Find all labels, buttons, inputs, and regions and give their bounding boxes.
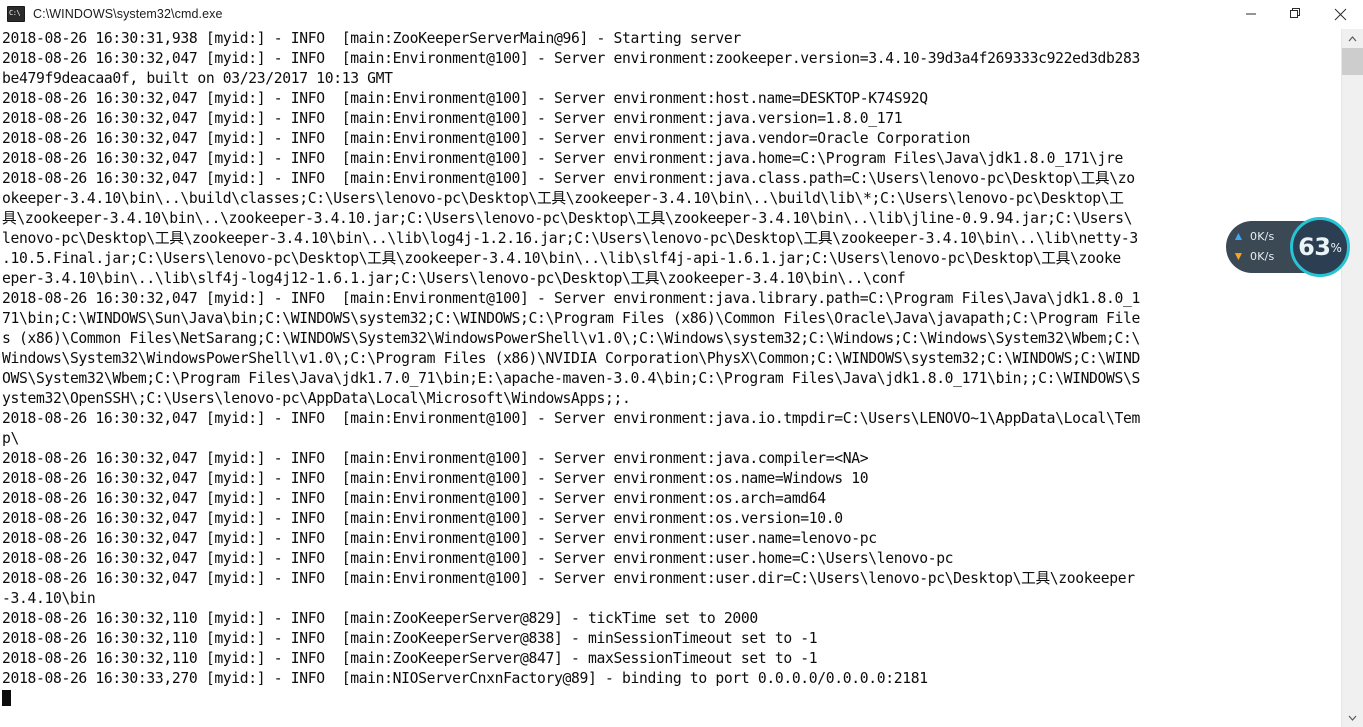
maximize-button[interactable] <box>1273 0 1318 28</box>
console-line: lenovo-pc\Desktop\工具\zookeeper-3.4.10\bi… <box>2 230 1138 247</box>
console-line: be479f9deacaa0f, built on 03/23/2017 10:… <box>2 70 393 87</box>
console-line: .10.5.Final.jar;C:\Users\lenovo-pc\Deskt… <box>2 250 1121 267</box>
title-bar-left: C:\WINDOWS\system32\cmd.exe <box>0 6 1228 22</box>
console-line: 2018-08-26 16:30:32,047 [myid:] - INFO [… <box>2 490 826 507</box>
scrollbar-thumb[interactable] <box>1342 48 1363 75</box>
console-line: Windows\System32\WindowsPowerShell\v1.0\… <box>2 350 1141 367</box>
console-line: 具\zookeeper-3.4.10\bin\..\zookeeper-3.4.… <box>2 210 1133 227</box>
console-line: 2018-08-26 16:30:32,047 [myid:] - INFO [… <box>2 410 1141 427</box>
console-line: 2018-08-26 16:30:32,110 [myid:] - INFO [… <box>2 630 818 647</box>
minimize-icon <box>1245 13 1256 15</box>
console-line: 2018-08-26 16:30:32,047 [myid:] - INFO [… <box>2 290 1141 307</box>
close-button[interactable] <box>1318 0 1363 28</box>
restore-icon <box>1289 8 1300 18</box>
console-line: 2018-08-26 16:30:32,047 [myid:] - INFO [… <box>2 550 954 567</box>
console-line: 2018-08-26 16:30:32,047 [myid:] - INFO [… <box>2 170 1135 187</box>
console-line: 2018-08-26 16:30:32,110 [myid:] - INFO [… <box>2 650 818 667</box>
chevron-up-icon <box>1348 35 1357 41</box>
console-line: p\ <box>2 430 19 447</box>
window-controls <box>1228 0 1363 28</box>
scroll-up-button[interactable] <box>1342 29 1363 48</box>
scrollbar-track[interactable] <box>1342 48 1363 708</box>
console-line: OWS\System32\Wbem;C:\Program Files\Java\… <box>2 370 1141 387</box>
minimize-button[interactable] <box>1228 0 1273 28</box>
console-line: 71\bin;C:\WINDOWS\Sun\Java\bin;C:\WINDOW… <box>2 310 1141 327</box>
console-line: 2018-08-26 16:30:32,047 [myid:] - INFO [… <box>2 450 869 467</box>
console-line: 2018-08-26 16:30:32,047 [myid:] - INFO [… <box>2 530 877 547</box>
console-line: 2018-08-26 16:30:31,938 [myid:] - INFO [… <box>2 30 741 47</box>
title-bar[interactable]: C:\WINDOWS\system32\cmd.exe <box>0 0 1363 29</box>
window-title: C:\WINDOWS\system32\cmd.exe <box>33 7 223 21</box>
console-line: -3.4.10\bin <box>2 590 96 607</box>
console-area: 2018-08-26 16:30:31,938 [myid:] - INFO [… <box>0 29 1363 727</box>
console-scrollbar[interactable] <box>1341 29 1363 727</box>
console-line: 2018-08-26 16:30:32,047 [myid:] - INFO [… <box>2 50 1141 67</box>
console-line: eper-3.4.10\bin\..\lib\slf4j-log4j12-1.6… <box>2 270 906 287</box>
console-line: 2018-08-26 16:30:32,047 [myid:] - INFO [… <box>2 110 903 127</box>
console-line: 2018-08-26 16:30:32,047 [myid:] - INFO [… <box>2 570 1135 587</box>
console-line: 2018-08-26 16:30:33,270 [myid:] - INFO [… <box>2 670 928 687</box>
cmd-window: C:\WINDOWS\system32\cmd.exe <box>0 0 1363 727</box>
chevron-down-icon <box>1348 715 1357 721</box>
console-line: 2018-08-26 16:30:32,110 [myid:] - INFO [… <box>2 610 758 627</box>
text-cursor <box>2 690 11 706</box>
console-line: ystem32\OpenSSH\;C:\Users\lenovo-pc\AppD… <box>2 390 631 407</box>
console-output[interactable]: 2018-08-26 16:30:31,938 [myid:] - INFO [… <box>0 29 1341 727</box>
console-line: 2018-08-26 16:30:32,047 [myid:] - INFO [… <box>2 470 869 487</box>
close-icon <box>1334 8 1347 20</box>
console-line: 2018-08-26 16:30:32,047 [myid:] - INFO [… <box>2 510 843 527</box>
console-line: 2018-08-26 16:30:32,047 [myid:] - INFO [… <box>2 150 1124 167</box>
console-cursor-line <box>2 689 1341 709</box>
console-line: okeeper-3.4.10\bin\..\build\classes;C:\U… <box>2 190 1124 207</box>
scroll-down-button[interactable] <box>1342 708 1363 727</box>
console-line: 2018-08-26 16:30:32,047 [myid:] - INFO [… <box>2 130 971 147</box>
cmd-icon <box>7 6 25 22</box>
console-line: s (x86)\Common Files\NetSarang;C:\WINDOW… <box>2 330 1141 347</box>
console-line: 2018-08-26 16:30:32,047 [myid:] - INFO [… <box>2 90 928 107</box>
